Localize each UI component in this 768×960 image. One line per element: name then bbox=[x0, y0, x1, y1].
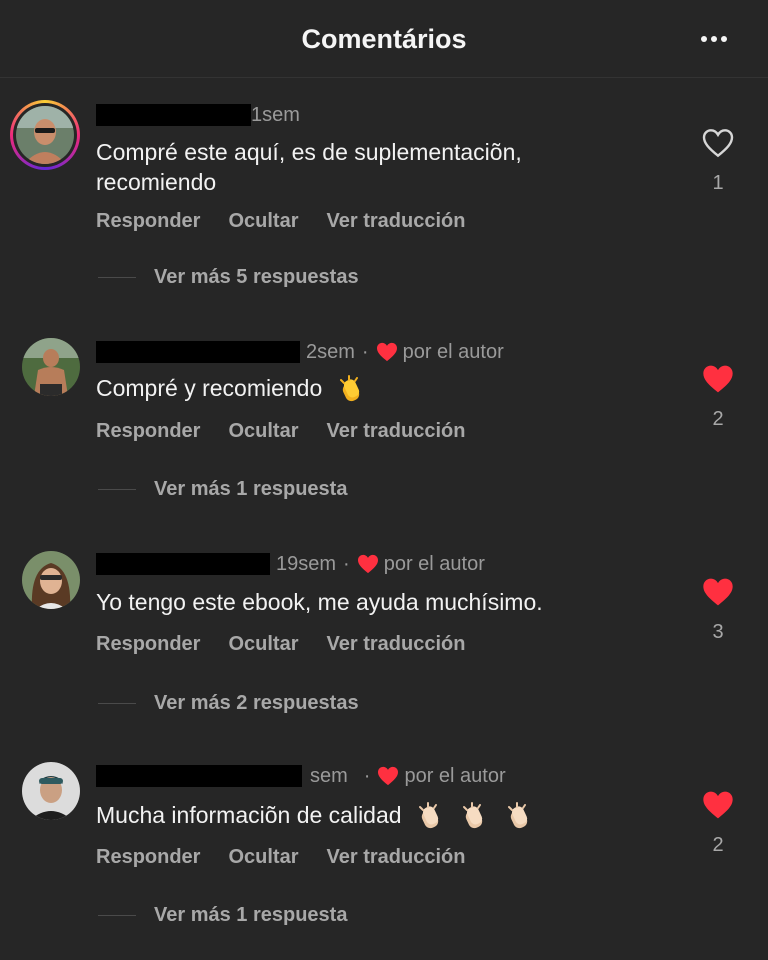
avatar-story-ring[interactable] bbox=[10, 100, 80, 170]
divider bbox=[98, 489, 136, 490]
view-more-replies-button[interactable]: Ver más 5 respuestas bbox=[98, 266, 359, 289]
hide-button[interactable]: Ocultar bbox=[228, 846, 298, 869]
comment-text: Compré y recomiendo bbox=[96, 373, 367, 406]
like-count: 2 bbox=[712, 834, 724, 856]
comment-time: 19sem bbox=[276, 552, 337, 575]
comment-time: 2sem bbox=[306, 340, 355, 363]
view-more-replies-button[interactable]: Ver más 1 respuesta bbox=[98, 904, 347, 927]
reply-button[interactable]: Responder bbox=[96, 420, 200, 443]
more-options-icon[interactable] bbox=[692, 26, 736, 52]
like-count: 1 bbox=[712, 172, 724, 194]
divider bbox=[98, 703, 136, 704]
view-more-replies-button[interactable]: Ver más 2 respuestas bbox=[98, 692, 359, 715]
liked-by-author-label: por el autor bbox=[383, 552, 485, 575]
comment-meta: 1sem bbox=[96, 101, 300, 129]
page-title: Comentários bbox=[301, 24, 467, 54]
like-count: 3 bbox=[712, 621, 724, 643]
avatar bbox=[16, 106, 74, 164]
comment-actions: Responder Ocultar Ver traducción bbox=[96, 846, 465, 869]
reply-button[interactable]: Responder bbox=[96, 210, 200, 233]
comment-text-line: recomiendo bbox=[96, 169, 217, 195]
liked-by-author-label: por el autor bbox=[402, 340, 504, 363]
comment-text-line: Mucha informaciõn de calidad bbox=[96, 802, 402, 828]
comment-actions: Responder Ocultar Ver traducción bbox=[96, 633, 465, 656]
see-translation-button[interactable]: Ver traducción bbox=[327, 210, 466, 233]
like-column: 2 bbox=[696, 790, 740, 857]
comment-meta: 19sem · por el autor bbox=[96, 550, 485, 578]
see-translation-button[interactable]: Ver traducción bbox=[327, 420, 466, 443]
redacted-username[interactable] bbox=[96, 104, 251, 126]
redacted-username[interactable] bbox=[96, 765, 302, 787]
like-column: 3 bbox=[696, 577, 740, 644]
see-translation-button[interactable]: Ver traducción bbox=[327, 846, 466, 869]
reply-button[interactable]: Responder bbox=[96, 633, 200, 656]
comment-text-line: Yo tengo este ebook, me ayuda muchísimo. bbox=[96, 589, 543, 615]
clapping-hands-icon bbox=[507, 801, 527, 829]
more-replies-label: Ver más 5 respuestas bbox=[154, 266, 359, 288]
comment-text-line: Compré y recomiendo bbox=[96, 375, 323, 401]
like-column: 1 bbox=[696, 128, 740, 195]
heart-filled-icon[interactable] bbox=[702, 577, 734, 607]
header: Comentários bbox=[0, 0, 768, 78]
more-replies-label: Ver más 2 respuestas bbox=[154, 692, 359, 714]
divider bbox=[98, 277, 136, 278]
view-more-replies-button[interactable]: Ver más 1 respuesta bbox=[98, 478, 347, 501]
heart-filled-icon[interactable] bbox=[702, 790, 734, 820]
comment-meta: sem · por el autor bbox=[96, 762, 506, 790]
avatar[interactable] bbox=[22, 762, 80, 820]
liked-by-author-label: por el autor bbox=[404, 764, 506, 787]
clapping-hands-icon bbox=[418, 801, 439, 829]
comment-text: Mucha informaciõn de calidad bbox=[96, 800, 535, 833]
heart-outline-icon[interactable] bbox=[702, 128, 734, 158]
clapping-hands-icon bbox=[339, 374, 359, 402]
comment-text: Yo tengo este ebook, me ayuda muchísimo. bbox=[96, 587, 543, 617]
heart-filled-icon[interactable] bbox=[702, 364, 734, 394]
divider bbox=[98, 915, 136, 916]
reply-button[interactable]: Responder bbox=[96, 846, 200, 869]
avatar[interactable] bbox=[22, 551, 80, 609]
author-heart-icon bbox=[357, 554, 378, 574]
author-heart-icon bbox=[378, 766, 399, 786]
redacted-username[interactable] bbox=[96, 553, 270, 575]
comment-time: sem bbox=[310, 764, 348, 787]
clapping-hands-icon bbox=[463, 801, 483, 829]
hide-button[interactable]: Ocultar bbox=[228, 633, 298, 656]
more-replies-label: Ver más 1 respuesta bbox=[154, 478, 348, 500]
like-count: 2 bbox=[712, 408, 724, 430]
comment-meta: 2sem · por el autor bbox=[96, 338, 504, 366]
like-column: 2 bbox=[696, 364, 740, 431]
avatar[interactable] bbox=[22, 338, 80, 396]
see-translation-button[interactable]: Ver traducción bbox=[327, 633, 466, 656]
comment-actions: Responder Ocultar Ver traducción bbox=[96, 420, 465, 443]
redacted-username[interactable] bbox=[96, 341, 300, 363]
comment-text-line: Compré este aquí, es de suplementaciõn, bbox=[96, 139, 522, 165]
comment-time: 1sem bbox=[251, 103, 300, 126]
comment-text: Compré este aquí, es de suplementaciõn, … bbox=[96, 137, 522, 197]
comment-actions: Responder Ocultar Ver traducción bbox=[96, 210, 465, 233]
author-heart-icon bbox=[376, 342, 397, 362]
hide-button[interactable]: Ocultar bbox=[228, 420, 298, 443]
hide-button[interactable]: Ocultar bbox=[228, 210, 298, 233]
more-replies-label: Ver más 1 respuesta bbox=[154, 904, 348, 926]
